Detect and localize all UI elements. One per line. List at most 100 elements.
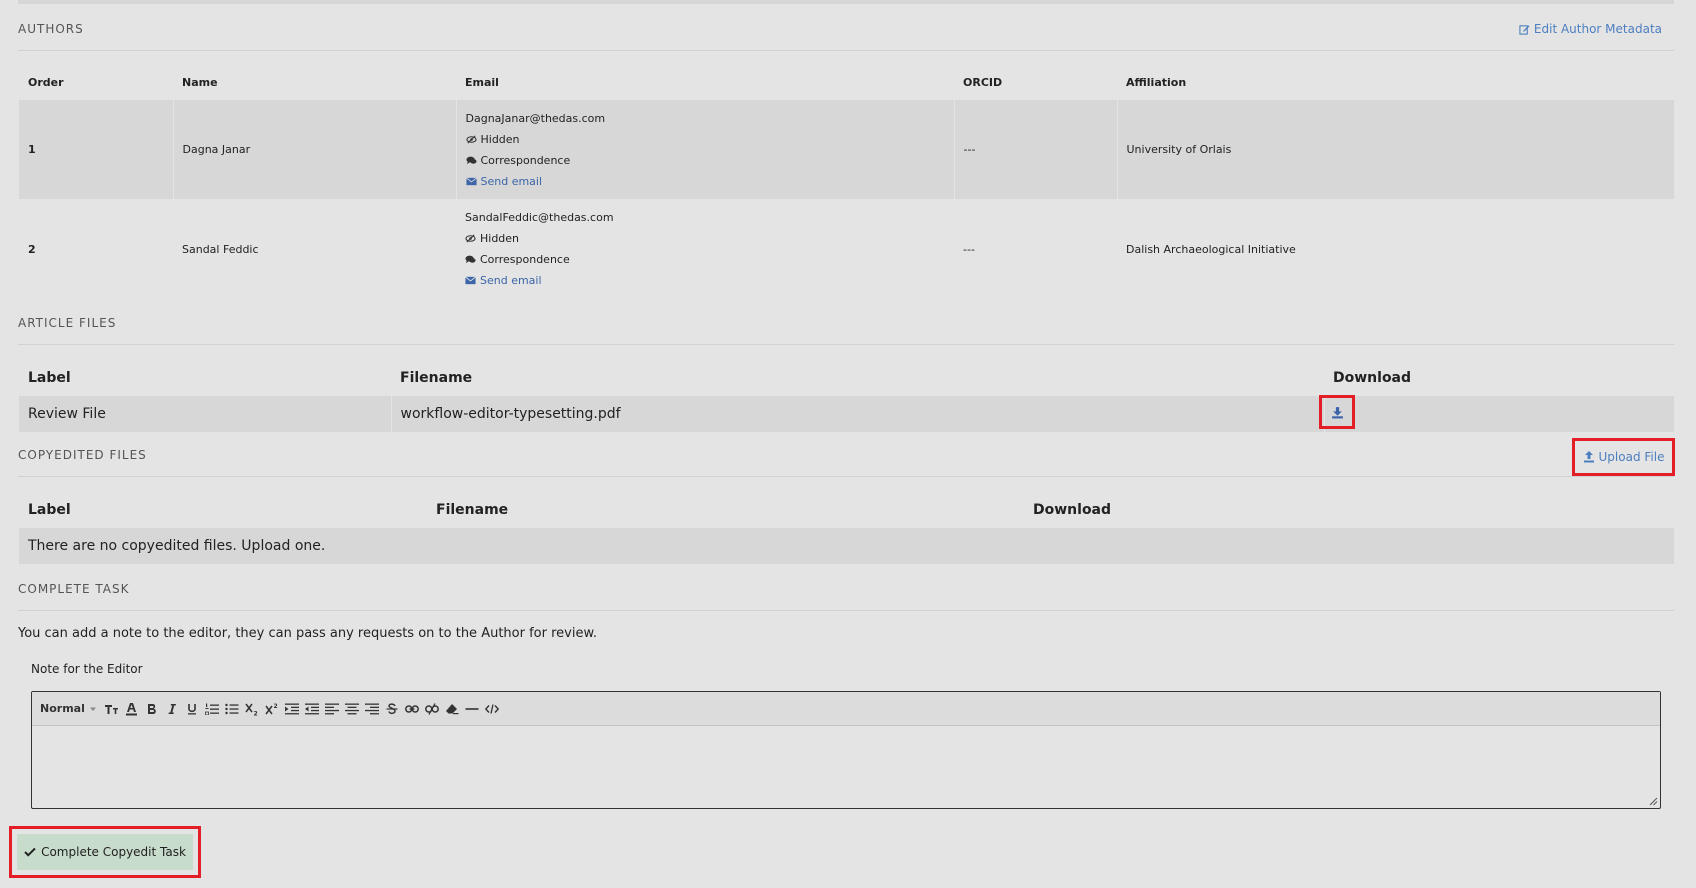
authors-header: AUTHORS Edit Author Metadata xyxy=(18,14,1674,51)
col-affiliation: Affiliation xyxy=(1126,75,1187,89)
copyedited-files-header: COPYEDITED FILES xyxy=(18,440,1674,477)
horizontal-rule-button[interactable] xyxy=(464,701,480,717)
correspondence-status: Correspondence xyxy=(465,150,945,171)
bold-button[interactable] xyxy=(144,701,160,717)
align-right-button[interactable] xyxy=(364,701,380,717)
align-center-button[interactable] xyxy=(344,701,360,717)
send-email-label: Send email xyxy=(480,174,543,188)
code-icon xyxy=(484,703,499,714)
download-button[interactable] xyxy=(1319,395,1355,429)
no-files-text: There are no copyedited files. Upload on… xyxy=(28,538,326,554)
italic-icon xyxy=(168,703,176,714)
link-button[interactable] xyxy=(404,701,420,717)
edit-author-metadata-link[interactable]: Edit Author Metadata xyxy=(1519,22,1662,36)
eye-slash-icon xyxy=(465,134,477,144)
subscript-button[interactable]: 2 xyxy=(244,701,260,717)
underline-button[interactable] xyxy=(184,701,200,717)
author-email: SandalFeddic@thedas.com xyxy=(465,211,614,224)
comments-icon xyxy=(465,255,476,264)
correspondence-status: Correspondence xyxy=(465,249,945,270)
copyedited-files-title: COPYEDITED FILES xyxy=(18,448,147,462)
col-label: Label xyxy=(28,502,71,518)
underline-icon xyxy=(187,703,196,714)
author-email: DagnaJanar@thedas.com xyxy=(465,111,606,125)
note-editor: Normal 2 2 xyxy=(31,691,1661,809)
upload-file-button[interactable]: Upload File xyxy=(1572,438,1675,476)
authors-table: Order Name Email ORCID Affiliation 1 Dag… xyxy=(19,64,1674,299)
resize-handle-icon[interactable] xyxy=(1648,796,1658,806)
eraser-icon xyxy=(445,703,459,714)
author-affiliation: University of Orlais xyxy=(1116,100,1674,199)
indent-button[interactable] xyxy=(284,701,300,717)
format-select[interactable]: Normal xyxy=(40,702,96,715)
complete-copyedit-button[interactable]: Complete Copyedit Task xyxy=(17,834,193,870)
correspondence-label: Correspondence xyxy=(480,253,570,266)
bullet-list-button[interactable] xyxy=(224,701,240,717)
col-order: Order xyxy=(28,75,64,89)
table-row: 2 Sandal Feddic SandalFeddic@thedas.com … xyxy=(19,199,1674,299)
author-name: Sandal Feddic xyxy=(182,242,259,256)
hidden-status: Hidden xyxy=(465,129,945,150)
superscript-button[interactable]: 2 xyxy=(264,701,280,717)
horizontal-rule-icon xyxy=(465,707,479,710)
outdent-button[interactable] xyxy=(304,701,320,717)
envelope-icon xyxy=(465,276,476,285)
complete-copyedit-highlight: Complete Copyedit Task xyxy=(9,826,201,878)
article-files-table-header: Label Filename Download xyxy=(19,360,1674,396)
hidden-label: Hidden xyxy=(480,232,520,245)
col-email: Email xyxy=(465,75,499,89)
complete-task-header: COMPLETE TASK xyxy=(18,574,1674,611)
code-view-button[interactable] xyxy=(484,701,500,717)
authors-title: AUTHORS xyxy=(18,22,84,36)
table-row: There are no copyedited files. Upload on… xyxy=(19,528,1674,564)
strikethrough-icon xyxy=(386,702,398,714)
copyedited-files-table-header: Label Filename Download xyxy=(19,492,1674,528)
table-row: 1 Dagna Janar DagnaJanar@thedas.com Hidd… xyxy=(19,100,1674,199)
col-label: Label xyxy=(28,370,71,386)
svg-text:2: 2 xyxy=(253,710,257,716)
format-select-value: Normal xyxy=(40,702,85,715)
no-files-message: There are no copyedited files. Upload on… xyxy=(19,528,1674,564)
author-email-cell: DagnaJanar@thedas.com Hidden Corresponde… xyxy=(455,100,954,199)
clear-format-button[interactable] xyxy=(444,701,460,717)
unlink-icon xyxy=(424,702,439,715)
send-email-label: Send email xyxy=(480,274,542,287)
author-order: 1 xyxy=(19,100,173,199)
upload-file-label: Upload File xyxy=(1598,450,1665,464)
hidden-status: Hidden xyxy=(465,228,945,249)
complete-task-description: You can add a note to the editor, they c… xyxy=(18,626,598,641)
top-divider xyxy=(18,0,1674,4)
font-size-icon xyxy=(104,704,118,714)
col-orcid: ORCID xyxy=(963,75,1003,89)
strikethrough-button[interactable] xyxy=(384,701,400,717)
font-color-button[interactable] xyxy=(124,701,140,717)
col-download: Download xyxy=(1333,370,1412,386)
unlink-button[interactable] xyxy=(424,701,440,717)
indent-icon xyxy=(284,703,299,714)
italic-button[interactable] xyxy=(164,701,180,717)
send-email-link[interactable]: Send email xyxy=(465,171,945,192)
col-filename: Filename xyxy=(400,370,473,386)
col-filename: Filename xyxy=(436,502,509,518)
file-download-cell xyxy=(1323,396,1674,432)
align-right-icon xyxy=(364,703,379,714)
align-left-button[interactable] xyxy=(324,701,340,717)
font-size-button[interactable] xyxy=(104,701,120,717)
send-email-link[interactable]: Send email xyxy=(465,270,945,291)
col-name: Name xyxy=(182,75,218,89)
note-for-editor-label: Note for the Editor xyxy=(31,662,143,676)
article-files-title: ARTICLE FILES xyxy=(18,316,117,330)
ordered-list-button[interactable] xyxy=(204,701,220,717)
note-editor-textarea[interactable] xyxy=(32,726,1660,808)
correspondence-label: Correspondence xyxy=(480,153,571,167)
author-name: Dagna Janar xyxy=(172,100,456,199)
edit-author-metadata-label: Edit Author Metadata xyxy=(1533,22,1662,36)
complete-task-title: COMPLETE TASK xyxy=(18,582,130,596)
editor-toolbar: Normal 2 2 xyxy=(32,692,1660,726)
article-files-header: ARTICLE FILES xyxy=(18,308,1674,345)
bold-icon xyxy=(147,703,156,714)
font-color-icon xyxy=(125,702,137,715)
table-row: Review File workflow-editor-typesetting.… xyxy=(19,396,1674,432)
eye-slash-icon xyxy=(465,234,476,243)
author-affiliation: Dalish Archaeological Initiative xyxy=(1126,242,1296,256)
